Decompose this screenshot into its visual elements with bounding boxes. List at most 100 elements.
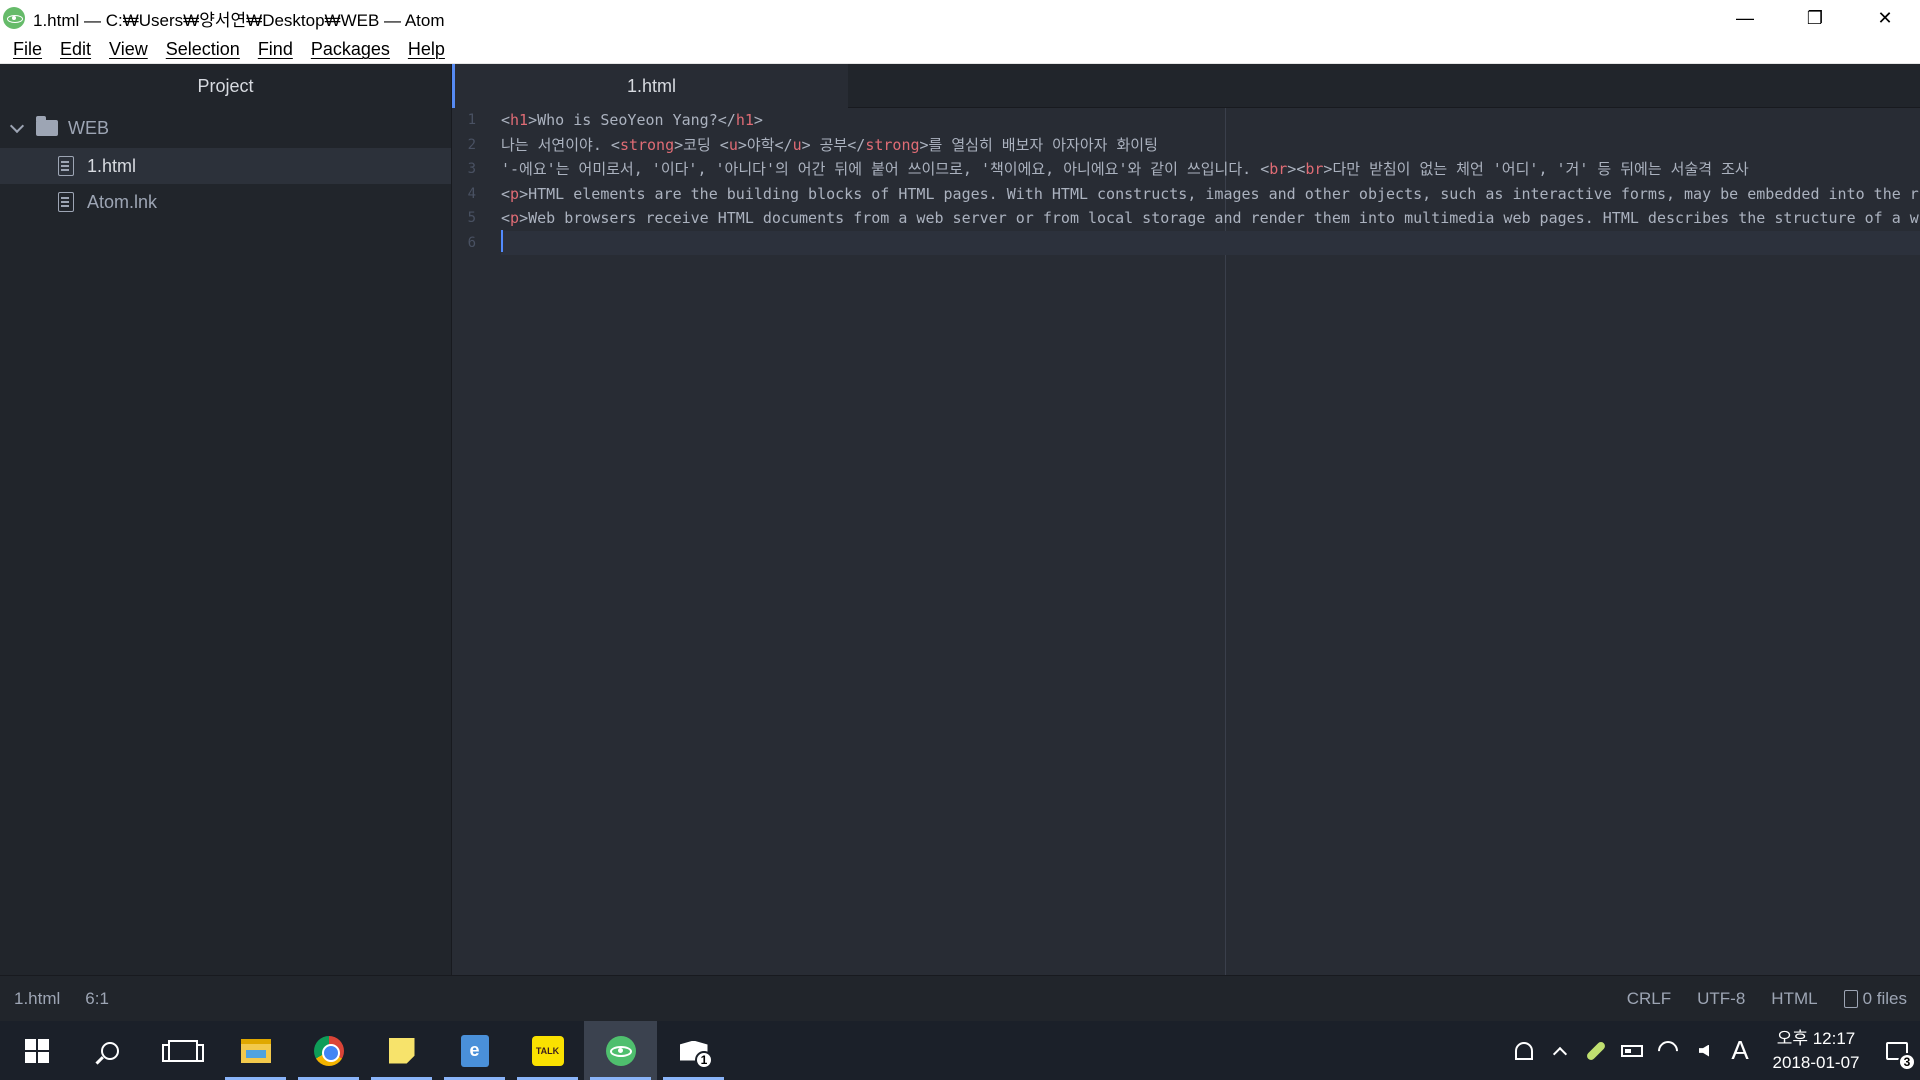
status-encoding[interactable]: UTF-8 <box>1697 989 1745 1009</box>
taskbar-dictionary[interactable]: e <box>438 1021 511 1080</box>
pen-workspace-button[interactable] <box>1578 1021 1614 1080</box>
chevron-down-icon[interactable] <box>10 121 24 135</box>
window-title: 1.html — C:₩Users₩양서연₩Desktop₩WEB — Atom <box>33 10 445 30</box>
line-number: 4 <box>467 185 476 202</box>
tree-file-1-html[interactable]: 1.html <box>0 148 451 184</box>
status-files[interactable]: 0 files <box>1863 989 1907 1009</box>
close-button[interactable]: ✕ <box>1850 0 1920 36</box>
line-number: 5 <box>467 210 476 226</box>
code-text-token: '-에요'는 어미로서, '이다', '아니다'의 어간 뒤에 붙어 쓰이므로,… <box>501 160 1270 178</box>
status-line-ending[interactable]: CRLF <box>1627 989 1671 1009</box>
system-tray: A 오후 12:17 2018-01-07 3 <box>1506 1021 1920 1080</box>
windows-taskbar: e TALK 1 A 오후 12:17 2018-01-07 3 <box>0 1021 1920 1080</box>
task-view-button[interactable] <box>146 1021 219 1080</box>
pen-icon <box>1585 1039 1607 1062</box>
tree-root-folder[interactable]: WEB <box>0 108 451 148</box>
code-tag-token: h1 <box>735 111 754 129</box>
show-hidden-icons-button[interactable] <box>1542 1021 1578 1080</box>
clock[interactable]: 오후 12:17 2018-01-07 <box>1758 1027 1874 1075</box>
menu-file[interactable]: File <box>4 39 51 60</box>
tree-file-atom-lnk[interactable]: Atom.lnk <box>0 184 451 220</box>
battery-icon <box>1621 1044 1643 1057</box>
line-number: 6 <box>467 234 476 251</box>
status-file-name[interactable]: 1.html <box>14 989 60 1009</box>
code-tag-token: strong <box>619 135 675 154</box>
menu-bar: File Edit View Selection Find Packages H… <box>0 36 1920 64</box>
window-controls: — ❐ ✕ <box>1710 0 1920 36</box>
tab-1-html[interactable]: 1.html <box>452 64 848 108</box>
code-text-token: < <box>501 209 511 227</box>
atom-icon <box>605 1035 636 1066</box>
code-line[interactable]: <h1>Who is SeoYeon Yang?</h1> <box>501 108 1920 133</box>
code-tag-token: h1 <box>510 111 529 129</box>
status-bar: 1.html 6:1 CRLF UTF-8 HTML 0 files <box>0 975 1920 1021</box>
atom-app-icon[interactable] <box>3 7 25 29</box>
menu-selection[interactable]: Selection <box>157 39 249 60</box>
taskbar-kakaotalk[interactable]: TALK <box>511 1021 584 1080</box>
speaker-icon <box>1699 1044 1709 1057</box>
file-icon <box>58 192 74 212</box>
code-tag-token: br <box>1305 160 1324 178</box>
taskbar-sticky-notes[interactable] <box>365 1021 438 1080</box>
code-line[interactable]: <p>HTML elements are the building blocks… <box>501 182 1920 207</box>
code-text-token: >Web browsers receive HTML documents fro… <box>519 209 1919 227</box>
people-icon <box>1515 1041 1533 1060</box>
tab-bar: 1.html <box>452 64 1920 108</box>
menu-help[interactable]: Help <box>399 39 454 60</box>
code-line[interactable]: '-에요'는 어미로서, '이다', '아니다'의 어간 뒤에 붙어 쓰이므로,… <box>501 157 1920 182</box>
code-text-token: >야학</ <box>737 135 793 154</box>
git-files-icon <box>1843 989 1858 1008</box>
volume-button[interactable] <box>1686 1021 1722 1080</box>
mail-badge: 1 <box>695 1051 713 1069</box>
restore-button[interactable]: ❐ <box>1780 0 1850 36</box>
menu-find[interactable]: Find <box>249 39 302 60</box>
menu-view[interactable]: View <box>100 39 157 60</box>
code-text-token: 나는 서연이야. < <box>501 135 620 154</box>
taskbar-file-explorer[interactable] <box>219 1021 292 1080</box>
line-number: 2 <box>467 136 476 153</box>
clock-date: 2018-01-07 <box>1772 1052 1860 1072</box>
status-cursor-position[interactable]: 6:1 <box>85 989 109 1009</box>
wifi-icon <box>1653 1036 1683 1065</box>
clock-time: 오후 12:17 <box>1776 1028 1856 1048</box>
code-text-token: >다만 받침이 없는 체언 '어디', '거' 등 뒤에는 서술격 조사 <box>1323 160 1749 178</box>
network-button[interactable] <box>1650 1021 1686 1080</box>
line-number-gutter: 1 2 3 4 5 6 <box>452 108 498 975</box>
minimize-button[interactable]: — <box>1710 0 1780 36</box>
code-tag-token: br <box>1269 160 1288 178</box>
chevron-up-icon <box>1552 1046 1568 1061</box>
kakaotalk-icon: TALK <box>531 1035 564 1066</box>
start-button[interactable] <box>0 1021 73 1080</box>
file-explorer-icon <box>240 1038 271 1063</box>
code-text-token: >HTML elements are the building blocks o… <box>519 184 1919 203</box>
code-tag-token: p <box>510 184 520 203</box>
battery-button[interactable] <box>1614 1021 1650 1080</box>
code-line[interactable] <box>501 230 1920 255</box>
task-view-icon <box>161 1039 204 1062</box>
taskbar-mail[interactable]: 1 <box>657 1021 730 1080</box>
menu-edit[interactable]: Edit <box>51 39 100 60</box>
code-tag-token: strong <box>865 135 920 154</box>
project-header[interactable]: Project <box>0 64 451 108</box>
status-grammar[interactable]: HTML <box>1771 989 1817 1009</box>
code-lines[interactable]: <h1>Who is SeoYeon Yang?</h1> 나는 서연이야. <s… <box>501 108 1920 255</box>
taskbar-atom[interactable] <box>584 1021 657 1080</box>
code-text-token: >코딩 < <box>674 135 729 154</box>
code-editor[interactable]: 1 2 3 4 5 6 <h1>Who is SeoYeon Yang?</h1… <box>452 108 1920 975</box>
action-center-button[interactable]: 3 <box>1874 1021 1920 1080</box>
people-button[interactable] <box>1506 1021 1542 1080</box>
code-line[interactable]: <p>Web browsers receive HTML documents f… <box>501 206 1920 231</box>
menu-packages[interactable]: Packages <box>302 39 399 60</box>
code-text-token: >< <box>1287 160 1306 178</box>
title-bar: 1.html — C:₩Users₩양서연₩Desktop₩WEB — Atom… <box>0 0 1920 36</box>
code-text-token: > <box>753 111 763 129</box>
notification-badge: 3 <box>1898 1053 1916 1071</box>
search-icon <box>100 1041 119 1060</box>
code-text-token: > 공부</ <box>801 135 866 154</box>
sticky-notes-icon <box>388 1037 415 1064</box>
taskbar-chrome[interactable] <box>292 1021 365 1080</box>
search-button[interactable] <box>73 1021 146 1080</box>
input-method-indicator[interactable]: A <box>1722 1021 1758 1080</box>
code-line[interactable]: 나는 서연이야. <strong>코딩 <u>야학</u> 공부</strong… <box>501 133 1920 158</box>
project-tree-panel: Project WEB 1.html Atom.lnk <box>0 64 452 975</box>
